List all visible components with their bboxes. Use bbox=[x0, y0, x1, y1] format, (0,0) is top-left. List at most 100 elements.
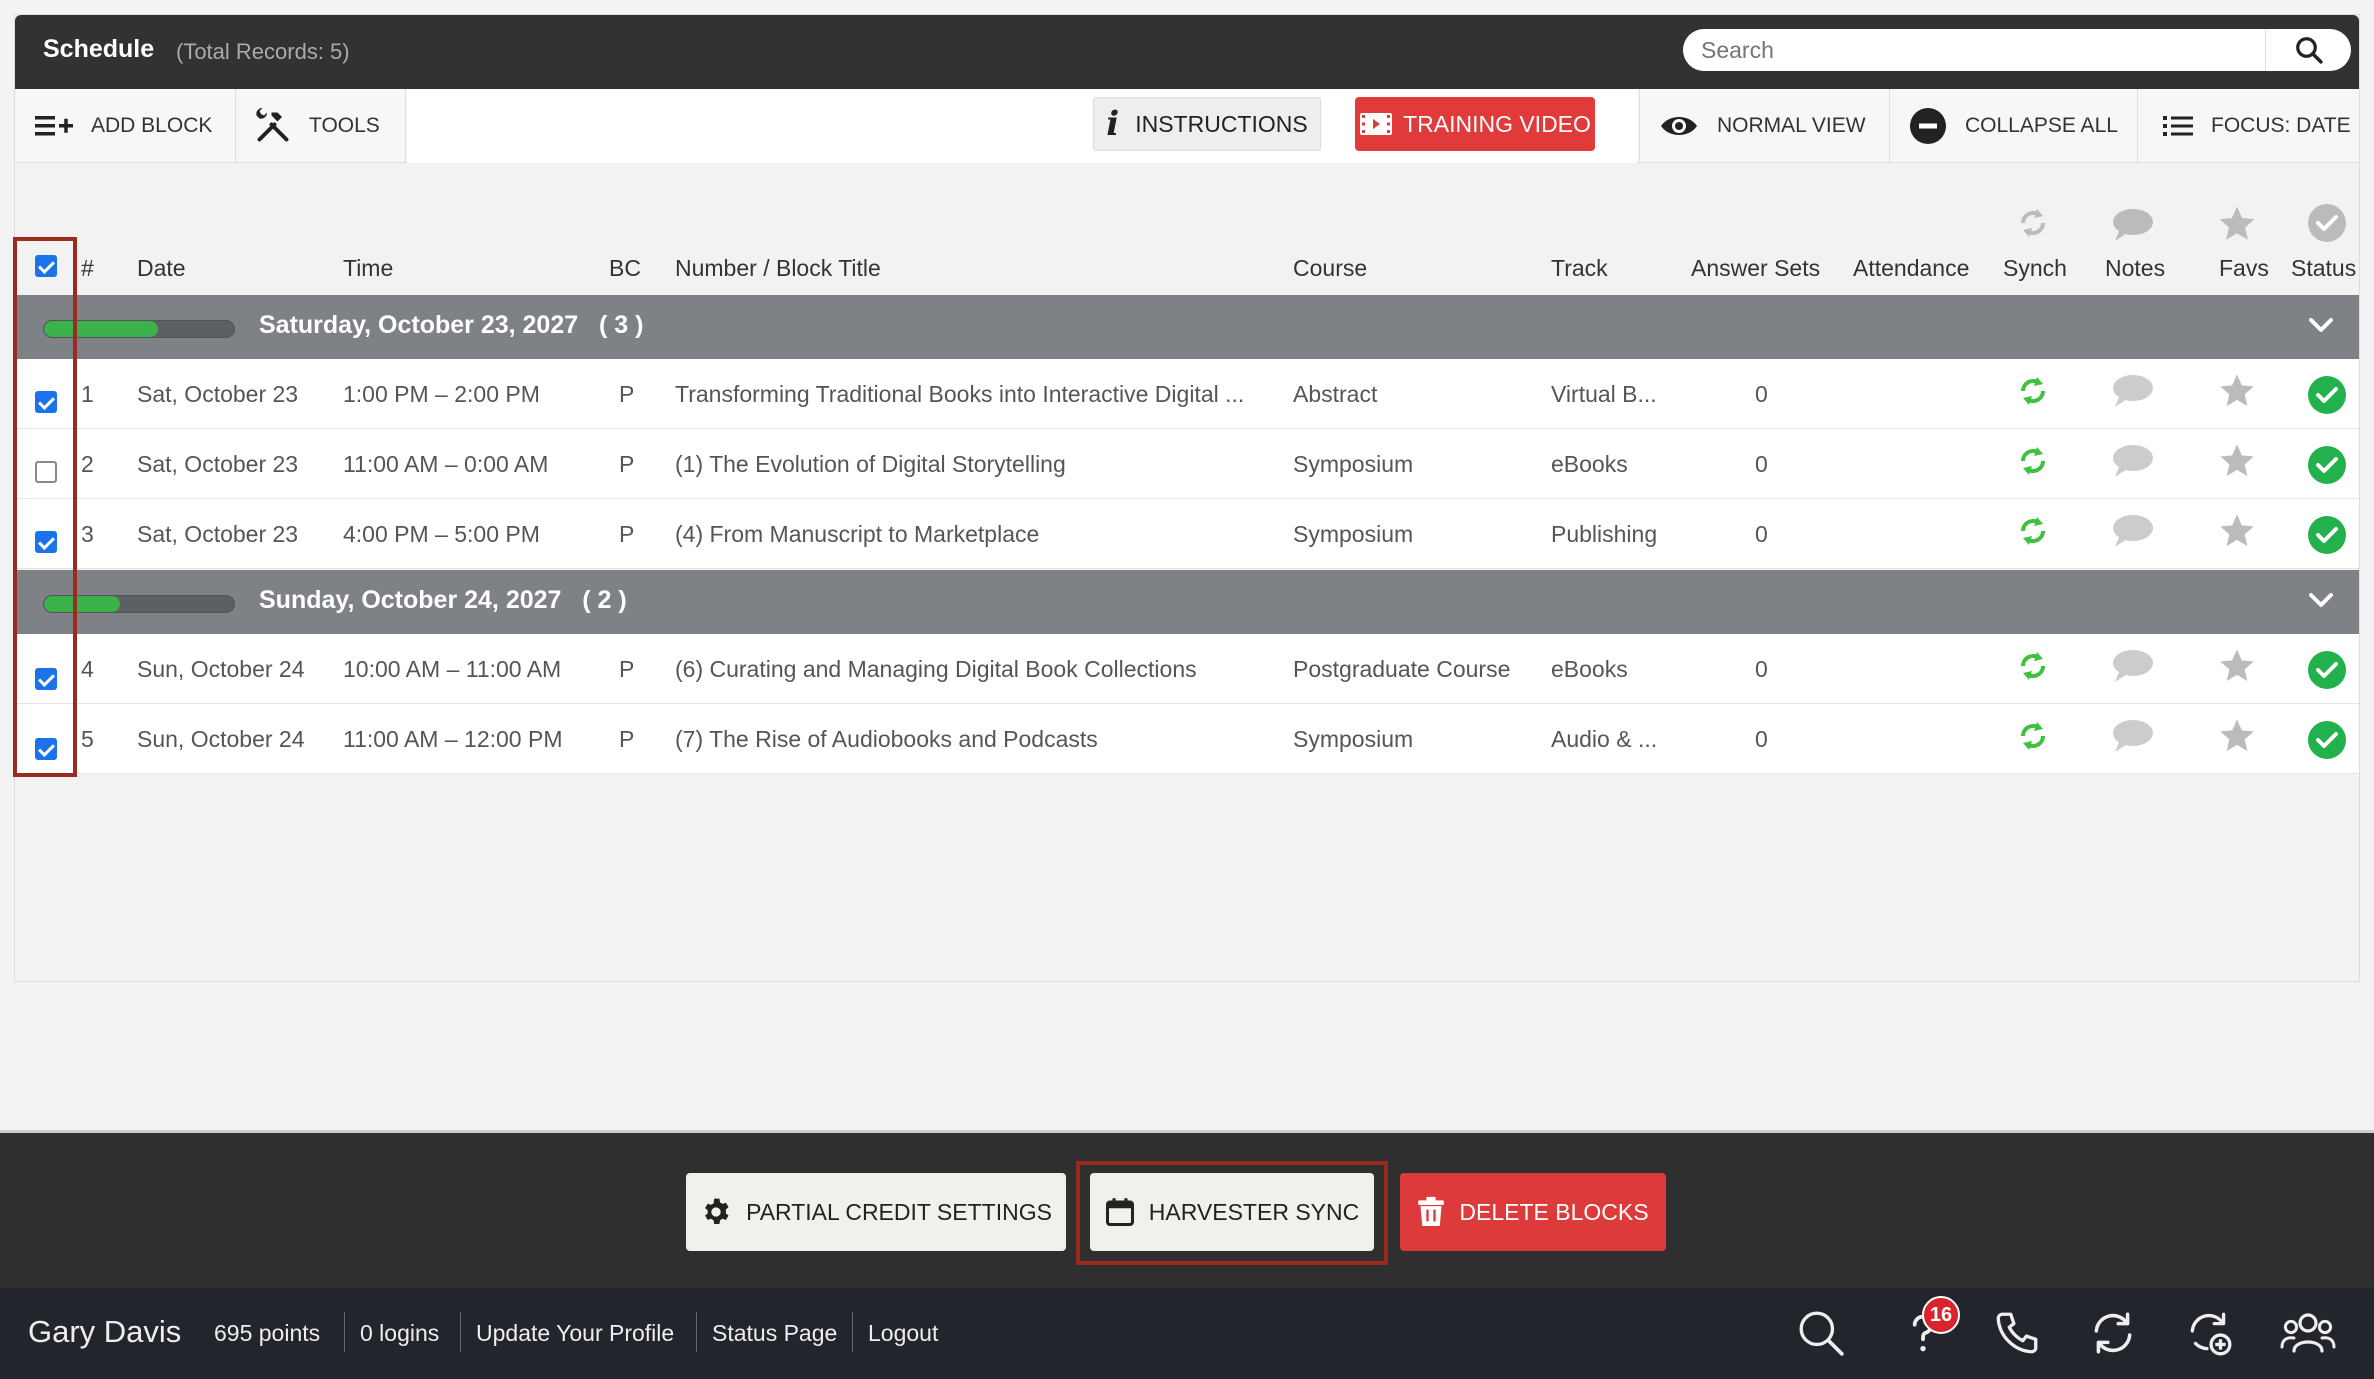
training-video-label: TRAINING VIDEO bbox=[1403, 110, 1591, 137]
notes-icon[interactable] bbox=[2111, 513, 2155, 549]
row-track: Audio & ... bbox=[1551, 726, 1658, 752]
search-box bbox=[1683, 29, 2351, 71]
status-check-icon[interactable] bbox=[2307, 375, 2347, 415]
col-favs[interactable]: Favs bbox=[2219, 255, 2269, 282]
row-answer-sets: 0 bbox=[1755, 381, 1768, 407]
row-date: Sun, October 24 bbox=[137, 726, 305, 752]
notes-icon[interactable] bbox=[2111, 443, 2155, 479]
col-title[interactable]: Number / Block Title bbox=[675, 255, 881, 282]
list-icon bbox=[2163, 116, 2193, 136]
search-icon bbox=[2295, 37, 2323, 64]
sync-icon[interactable] bbox=[2015, 443, 2051, 479]
action-bar: PARTIAL CREDIT SETTINGS HARVESTER SYNC D… bbox=[0, 1130, 2374, 1288]
harvester-sync-highlight bbox=[1076, 1161, 1388, 1265]
add-block-button[interactable]: ADD BLOCK bbox=[35, 89, 212, 163]
row-track: eBooks bbox=[1551, 451, 1628, 477]
sync-add-icon[interactable] bbox=[2184, 1308, 2234, 1358]
group-header[interactable]: Sunday, October 24, 2027 ( 2 ) bbox=[15, 570, 2359, 634]
sync-icon[interactable] bbox=[2015, 718, 2051, 754]
schedule-panel: Schedule (Total Records: 5) ADD BLOCK TO… bbox=[13, 14, 2360, 982]
chevron-down-icon[interactable] bbox=[2307, 315, 2335, 335]
status-check-icon[interactable] bbox=[2307, 720, 2347, 760]
normal-view-label: NORMAL VIEW bbox=[1717, 114, 1866, 137]
col-answer-sets[interactable]: Answer Sets bbox=[1691, 255, 1820, 282]
search-icon[interactable] bbox=[1796, 1308, 1846, 1358]
logout-link[interactable]: Logout bbox=[868, 1320, 938, 1347]
notes-icon[interactable] bbox=[2111, 718, 2155, 754]
col-track[interactable]: Track bbox=[1551, 255, 1608, 282]
col-synch[interactable]: Synch bbox=[2003, 255, 2067, 282]
table-row[interactable]: 1 Sat, October 23 1:00 PM – 2:00 PM P Tr… bbox=[15, 359, 2359, 429]
instructions-button[interactable]: i INSTRUCTIONS bbox=[1093, 97, 1321, 151]
users-icon[interactable] bbox=[2280, 1308, 2336, 1358]
row-title[interactable]: (4) From Manuscript to Marketplace bbox=[675, 521, 1039, 548]
star-icon[interactable] bbox=[2217, 441, 2257, 481]
row-title[interactable]: Transforming Traditional Books into Inte… bbox=[675, 381, 1244, 408]
footer-bar: Gary Davis 695 points 0 logins Update Yo… bbox=[0, 1288, 2374, 1379]
update-profile-link[interactable]: Update Your Profile bbox=[476, 1320, 674, 1347]
col-time[interactable]: Time bbox=[343, 255, 393, 282]
table-row[interactable]: 5 Sun, October 24 11:00 AM – 12:00 PM P … bbox=[15, 704, 2359, 774]
row-title[interactable]: (1) The Evolution of Digital Storytellin… bbox=[675, 451, 1066, 478]
chevron-down-icon[interactable] bbox=[2307, 590, 2335, 610]
status-check-icon[interactable] bbox=[2307, 445, 2347, 485]
row-title[interactable]: (6) Curating and Managing Digital Book C… bbox=[675, 656, 1197, 683]
status-page-link[interactable]: Status Page bbox=[712, 1320, 837, 1347]
refresh-icon[interactable] bbox=[2088, 1308, 2138, 1358]
logins-link[interactable]: 0 logins bbox=[360, 1320, 439, 1347]
row-num: 5 bbox=[81, 726, 94, 752]
sync-icon[interactable] bbox=[2015, 373, 2051, 409]
row-num: 1 bbox=[81, 381, 94, 407]
star-icon[interactable] bbox=[2217, 716, 2257, 756]
sync-icon[interactable] bbox=[2015, 513, 2051, 549]
group-title: Saturday, October 23, 2027 ( 3 ) bbox=[259, 311, 644, 339]
checkbox-column-highlight bbox=[13, 237, 77, 777]
status-check-icon[interactable] bbox=[2307, 650, 2347, 690]
star-icon[interactable] bbox=[2217, 371, 2257, 411]
table-row[interactable]: 2 Sat, October 23 11:00 AM – 0:00 AM P (… bbox=[15, 429, 2359, 499]
delete-blocks-button[interactable]: DELETE BLOCKS bbox=[1400, 1173, 1666, 1251]
page-title: Schedule bbox=[43, 35, 155, 63]
training-video-button[interactable]: TRAINING VIDEO bbox=[1355, 97, 1595, 151]
star-icon[interactable] bbox=[2217, 511, 2257, 551]
toolbar: ADD BLOCK TOOLS i INSTRUCTIONS TRAINING … bbox=[15, 89, 2359, 163]
group-header[interactable]: Saturday, October 23, 2027 ( 3 ) bbox=[15, 295, 2359, 359]
row-bc: P bbox=[619, 521, 635, 547]
table-row[interactable]: 4 Sun, October 24 10:00 AM – 11:00 AM P … bbox=[15, 634, 2359, 704]
status-header-icon bbox=[2308, 204, 2346, 242]
partial-credit-label: PARTIAL CREDIT SETTINGS bbox=[746, 1198, 1052, 1225]
notes-icon[interactable] bbox=[2111, 373, 2155, 409]
partial-credit-settings-button[interactable]: PARTIAL CREDIT SETTINGS bbox=[686, 1173, 1066, 1251]
row-track: Publishing bbox=[1551, 521, 1658, 547]
sync-icon[interactable] bbox=[2015, 648, 2051, 684]
delete-blocks-label: DELETE BLOCKS bbox=[1459, 1198, 1649, 1225]
col-date[interactable]: Date bbox=[137, 255, 186, 282]
tools-button[interactable]: TOOLS bbox=[255, 89, 380, 163]
row-time: 10:00 AM – 11:00 AM bbox=[343, 656, 562, 682]
col-bc[interactable]: BC bbox=[609, 255, 641, 282]
group-title: Sunday, October 24, 2027 ( 2 ) bbox=[259, 586, 627, 614]
table-row[interactable]: 3 Sat, October 23 4:00 PM – 5:00 PM P (4… bbox=[15, 499, 2359, 569]
notes-icon[interactable] bbox=[2111, 648, 2155, 684]
row-date: Sat, October 23 bbox=[137, 451, 299, 477]
row-title[interactable]: (7) The Rise of Audiobooks and Podcasts bbox=[675, 726, 1098, 753]
search-input[interactable] bbox=[1701, 35, 2261, 65]
points-link[interactable]: 695 points bbox=[214, 1320, 320, 1347]
video-icon bbox=[1360, 113, 1393, 135]
collapse-all-button[interactable]: COLLAPSE ALL bbox=[1909, 89, 2118, 163]
row-date: Sat, October 23 bbox=[137, 521, 299, 547]
minus-circle-icon bbox=[1910, 108, 1946, 144]
phone-icon[interactable] bbox=[1992, 1308, 2042, 1358]
col-status[interactable]: Status bbox=[2291, 255, 2356, 282]
add-block-label: ADD BLOCK bbox=[91, 114, 213, 137]
star-icon[interactable] bbox=[2217, 646, 2257, 686]
col-notes[interactable]: Notes bbox=[2105, 255, 2165, 282]
col-course[interactable]: Course bbox=[1293, 255, 1367, 282]
row-track: Virtual B... bbox=[1551, 381, 1657, 407]
col-attendance[interactable]: Attendance bbox=[1853, 255, 1969, 282]
status-check-icon[interactable] bbox=[2307, 515, 2347, 555]
row-answer-sets: 0 bbox=[1755, 726, 1768, 752]
normal-view-button[interactable]: NORMAL VIEW bbox=[1659, 89, 1866, 163]
focus-date-button[interactable]: FOCUS: DATE bbox=[2163, 89, 2351, 163]
search-button[interactable] bbox=[2265, 29, 2351, 71]
